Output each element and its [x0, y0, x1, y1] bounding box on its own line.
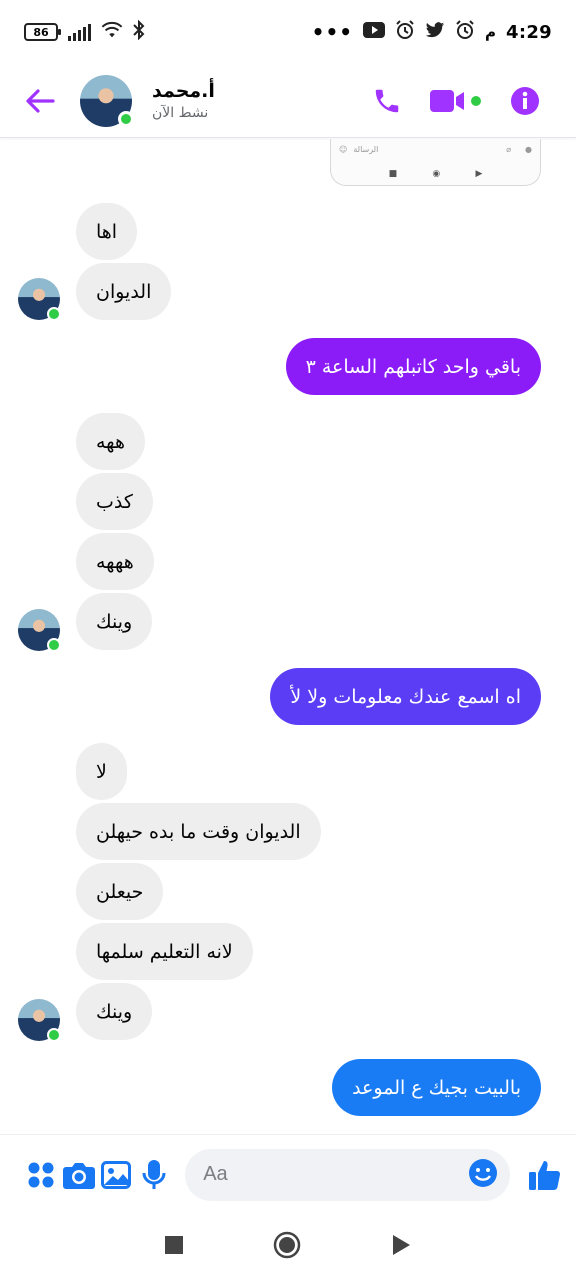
back-button[interactable]: [0, 64, 80, 138]
phone-icon: [375, 89, 399, 112]
incoming-message[interactable]: الديوان: [76, 263, 172, 320]
status-bar-left: 86: [24, 19, 145, 44]
twitter-icon: [425, 21, 445, 43]
system-navigation-bar: [0, 1214, 576, 1280]
info-icon: [511, 86, 539, 115]
status-bar-right: ••• م 4:29: [312, 20, 552, 44]
home-button[interactable]: [273, 1231, 301, 1263]
square-icon: [165, 1236, 184, 1254]
outgoing-message[interactable]: باقي واحد كاتبلهم الساعة ٣: [285, 338, 541, 395]
incoming-message[interactable]: وينك: [76, 593, 153, 650]
conversation-header: أ.محمد نشط الآن: [0, 64, 576, 138]
grid-icon: [28, 1162, 54, 1187]
contact-avatar[interactable]: [80, 74, 134, 127]
home-circle-icon: [273, 1231, 301, 1259]
incoming-message[interactable]: كذب: [76, 473, 153, 530]
online-status-icon: [47, 638, 61, 652]
sender-avatar[interactable]: [18, 278, 61, 321]
status-bar: 86 ••• م 4:29: [0, 0, 576, 64]
youtube-icon: [363, 22, 386, 42]
image-icon: [101, 1160, 132, 1189]
microphone-icon: [142, 1159, 166, 1189]
message-input-container[interactable]: [185, 1148, 511, 1201]
alarm-clock-icon: [455, 20, 475, 44]
incoming-message[interactable]: ههه: [76, 413, 145, 470]
emoji-icon: ☺: [339, 144, 348, 154]
header-actions: [372, 86, 576, 116]
info-button[interactable]: [510, 86, 540, 116]
like-button[interactable]: [526, 1158, 564, 1192]
smiley-icon: [469, 1158, 498, 1187]
attachment-preview[interactable]: ☺ الرسالة ⌀ ● ■ ◉ ▶: [330, 139, 541, 186]
more-actions-button[interactable]: [22, 1160, 60, 1190]
emoji-button[interactable]: [468, 1158, 498, 1192]
incoming-message[interactable]: وينك: [76, 983, 153, 1040]
home-icon: ◉: [432, 169, 441, 179]
alarm-icon: [395, 20, 415, 44]
camera-icon: [62, 1162, 95, 1189]
gallery-button[interactable]: [98, 1160, 136, 1189]
thumbs-up-icon: [529, 1160, 561, 1190]
more-notifications-icon: •••: [311, 20, 354, 44]
online-status-icon: [47, 307, 61, 321]
incoming-message[interactable]: لا: [76, 743, 127, 800]
status-ampm: م: [485, 23, 497, 41]
online-status-icon: [118, 110, 134, 127]
video-call-button[interactable]: [430, 88, 482, 114]
voice-call-button[interactable]: [372, 86, 402, 116]
message-list[interactable]: ☺ الرسالة ⌀ ● ■ ◉ ▶ اها الديوان باقي واح…: [0, 139, 576, 1134]
preview-toolbar: ☺ الرسالة ⌀ ●: [339, 142, 532, 156]
mic-icon: ●: [525, 144, 532, 154]
incoming-message[interactable]: الديوان وقت ما بده حيهلن: [76, 803, 321, 860]
sender-avatar[interactable]: [18, 999, 61, 1042]
back-arrow-icon: [26, 88, 55, 113]
play-icon: ▶: [475, 169, 483, 179]
status-time: 4:29: [506, 21, 552, 43]
camera-button[interactable]: [60, 1160, 98, 1190]
preview-placeholder: الرسالة: [353, 144, 379, 154]
paperclip-icon: ⌀: [506, 144, 512, 154]
voice-clip-button[interactable]: [135, 1159, 173, 1191]
wifi-icon: [101, 21, 123, 43]
bluetooth-icon: [133, 19, 145, 44]
outgoing-message[interactable]: بالبيت بجيك ع الموعد: [332, 1059, 541, 1116]
battery-indicator: 86: [24, 23, 61, 41]
recents-button[interactable]: [164, 1235, 184, 1259]
incoming-message[interactable]: لانه التعليم سلمها: [76, 923, 253, 980]
sender-avatar[interactable]: [18, 609, 61, 652]
outgoing-message[interactable]: اه اسمع عندك معلومات ولا لأ: [270, 668, 541, 725]
online-status-icon: [47, 1028, 61, 1042]
triangle-back-icon: [392, 1235, 410, 1255]
message-input[interactable]: [203, 1163, 469, 1186]
contact-name: أ.محمد: [152, 80, 215, 102]
stop-icon: ■: [388, 169, 398, 179]
preview-nav: ■ ◉ ▶: [331, 169, 540, 179]
system-back-button[interactable]: [390, 1234, 412, 1260]
incoming-message[interactable]: اها: [76, 203, 138, 260]
incoming-message[interactable]: حيعلن: [76, 863, 164, 920]
composer-bar: [0, 1134, 576, 1214]
incoming-message[interactable]: هههه: [76, 533, 154, 590]
contact-info[interactable]: أ.محمد نشط الآن: [152, 80, 372, 121]
signal-icon: [68, 23, 91, 41]
contact-status: نشط الآن: [152, 105, 209, 121]
video-camera-icon: [430, 89, 481, 112]
